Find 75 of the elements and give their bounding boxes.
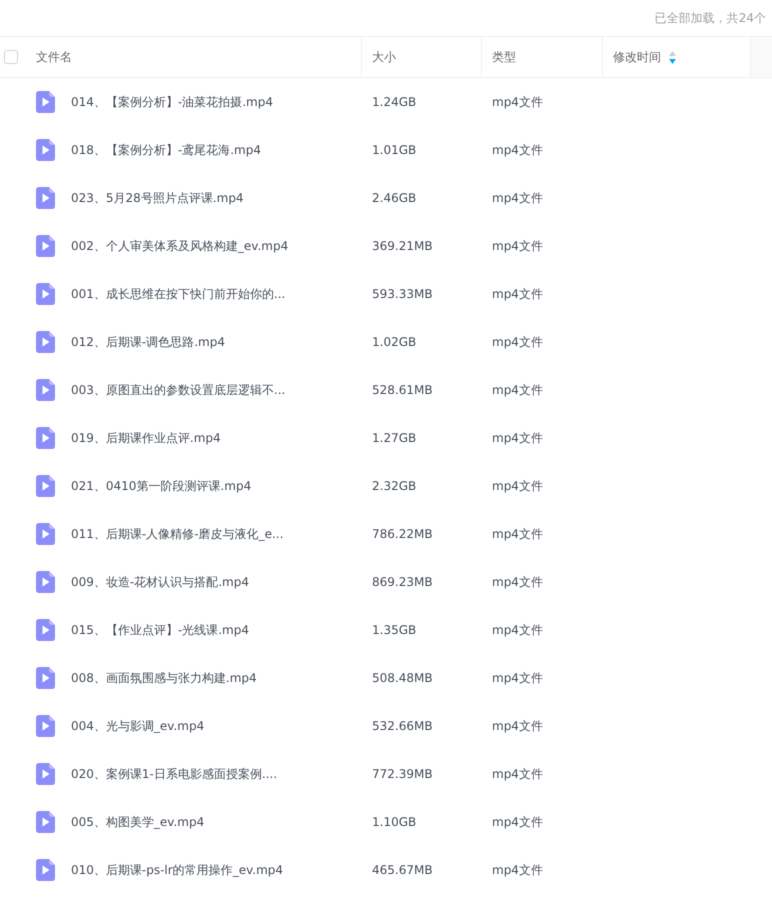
video-file-icon (36, 91, 55, 113)
file-name[interactable]: 020、案例课1-日系电影感面授案例.... (71, 765, 278, 783)
file-size: 465.67MB (372, 862, 433, 879)
sort-icon[interactable] (669, 50, 676, 64)
file-type: mp4文件 (492, 382, 543, 399)
file-size: 772.39MB (372, 766, 433, 783)
file-size: 1.24GB (372, 94, 416, 111)
file-size: 508.48MB (372, 670, 433, 687)
file-name[interactable]: 011、后期课-人像精修-磨皮与液化_e... (71, 525, 284, 543)
column-header[interactable]: 大小 (372, 48, 396, 66)
file-name[interactable]: 010、后期课-ps-lr的常用操作_ev.mp4 (71, 861, 284, 879)
file-name[interactable]: 014、【案例分析】-油菜花拍摄.mp4 (71, 93, 273, 111)
file-type: mp4文件 (492, 190, 543, 207)
file-type: mp4文件 (492, 430, 543, 447)
video-file-icon (36, 811, 55, 833)
video-file-icon (36, 523, 55, 545)
file-type: mp4文件 (492, 478, 543, 495)
file-name[interactable]: 003、原图直出的参数设置底层逻辑不... (71, 381, 286, 399)
file-size: 2.32GB (372, 478, 416, 495)
column-header[interactable]: 修改时间 (613, 48, 661, 66)
file-type: mp4文件 (492, 94, 543, 111)
file-size: 786.22MB (372, 526, 433, 543)
file-type: mp4文件 (492, 814, 543, 831)
file-size: 532.66MB (372, 718, 433, 735)
file-type: mp4文件 (492, 718, 543, 735)
file-size: 1.02GB (372, 334, 416, 351)
file-size: 1.01GB (372, 142, 416, 159)
file-type: mp4文件 (492, 238, 543, 255)
video-file-icon (36, 187, 55, 209)
file-type: mp4文件 (492, 670, 543, 687)
video-file-icon (36, 283, 55, 305)
file-name[interactable]: 023、5月28号照片点评课.mp4 (71, 189, 244, 207)
column-header[interactable]: 文件名 (36, 48, 72, 66)
file-size: 1.35GB (372, 622, 416, 639)
file-size: 1.27GB (372, 430, 416, 447)
file-name[interactable]: 002、个人审美体系及风格构建_ev.mp4 (71, 237, 288, 255)
file-size: 528.61MB (372, 382, 433, 399)
file-name[interactable]: 009、妆造-花材认识与搭配.mp4 (71, 573, 249, 591)
file-size: 2.46GB (372, 190, 416, 207)
file-type: mp4文件 (492, 334, 543, 351)
file-name[interactable]: 004、光与影调_ev.mp4 (71, 717, 204, 735)
file-type: mp4文件 (492, 574, 543, 591)
video-file-icon (36, 139, 55, 161)
file-type: mp4文件 (492, 526, 543, 543)
video-file-icon (36, 715, 55, 737)
file-size: 593.33MB (372, 286, 433, 303)
file-size: 1.10GB (372, 814, 416, 831)
file-name[interactable]: 012、后期课-调色思路.mp4 (71, 333, 225, 351)
file-name[interactable]: 019、后期课作业点评.mp4 (71, 429, 221, 447)
video-file-icon (36, 379, 55, 401)
file-name[interactable]: 001、成长思维在按下快门前开始你的... (71, 285, 286, 303)
video-file-icon (36, 427, 55, 449)
select-all-checkbox[interactable] (4, 50, 18, 64)
file-size: 369.21MB (372, 238, 433, 255)
video-file-icon (36, 859, 55, 881)
file-type: mp4文件 (492, 862, 543, 879)
status-text: 已全部加载，共24个 (654, 10, 766, 27)
video-file-icon (36, 763, 55, 785)
file-type: mp4文件 (492, 286, 543, 303)
video-file-icon (36, 475, 55, 497)
file-name[interactable]: 008、画面氛围感与张力构建.mp4 (71, 669, 257, 687)
file-type: mp4文件 (492, 766, 543, 783)
file-size: 869.23MB (372, 574, 433, 591)
file-name[interactable]: 005、构图美学_ev.mp4 (71, 813, 204, 831)
file-name[interactable]: 021、0410第一阶段测评课.mp4 (71, 477, 252, 495)
video-file-icon (36, 667, 55, 689)
video-file-icon (36, 331, 55, 353)
file-type: mp4文件 (492, 622, 543, 639)
column-header[interactable]: 类型 (492, 48, 516, 66)
video-file-icon (36, 235, 55, 257)
file-name[interactable]: 015、【作业点评】-光线课.mp4 (71, 621, 249, 639)
file-type: mp4文件 (492, 142, 543, 159)
file-name[interactable]: 018、【案例分析】-鸢尾花海.mp4 (71, 141, 261, 159)
video-file-icon (36, 571, 55, 593)
video-file-icon (36, 619, 55, 641)
